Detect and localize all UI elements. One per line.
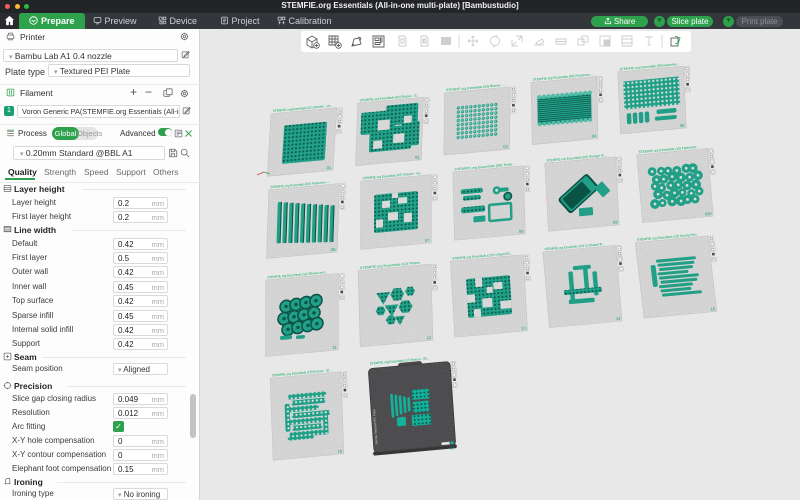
svg-text:010: 010 <box>705 211 713 217</box>
